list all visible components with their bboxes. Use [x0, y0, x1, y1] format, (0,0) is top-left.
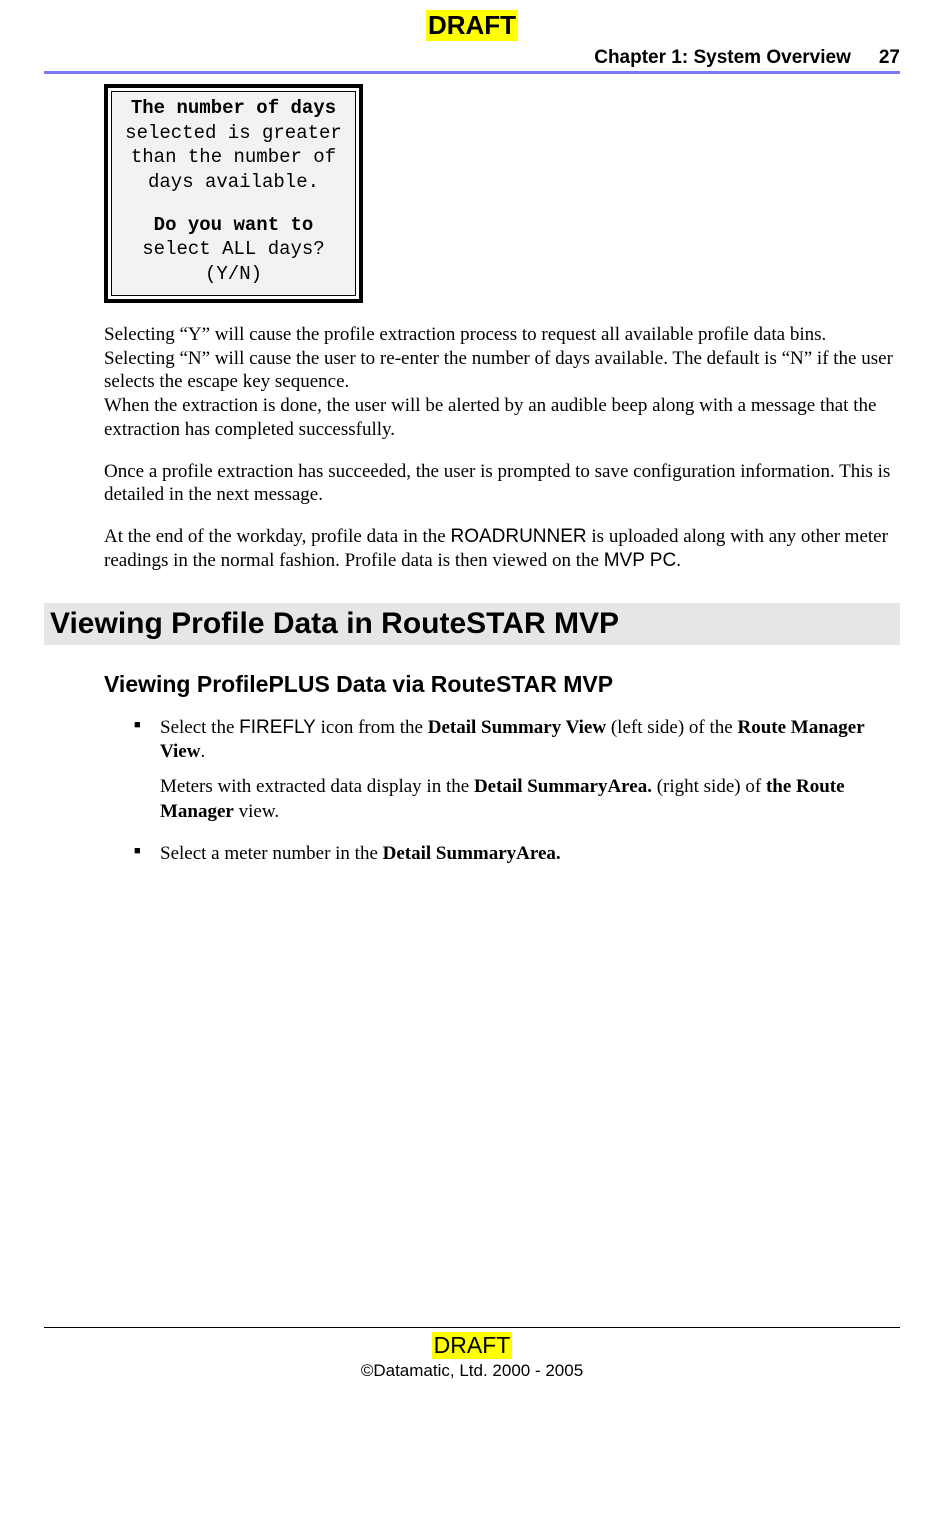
draft-top-label: DRAFT: [426, 10, 518, 41]
section-heading: Viewing Profile Data in RouteSTAR MVP: [44, 603, 900, 645]
prompt-line-4: days available.: [114, 170, 353, 195]
list-item-sub: Meters with extracted data display in th…: [160, 775, 900, 824]
subsection-heading: Viewing ProfilePLUS Data via RouteSTAR M…: [104, 671, 900, 698]
page-header: Chapter 1: System Overview 27: [44, 47, 900, 69]
header-rule: [44, 71, 900, 74]
chapter-title: Chapter 1: System Overview: [594, 47, 851, 69]
draft-header: DRAFT: [44, 10, 900, 41]
prompt-line-5: Do you want to: [114, 213, 353, 238]
page-footer: DRAFT ©Datamatic, Ltd. 2000 - 2005: [44, 1327, 900, 1381]
paragraph-3: At the end of the workday, profile data …: [104, 525, 900, 573]
page-number: 27: [879, 47, 900, 69]
paragraph-1: Selecting “Y” will cause the profile ext…: [104, 323, 900, 442]
copyright-text: ©Datamatic, Ltd. 2000 - 2005: [44, 1361, 900, 1381]
prompt-line-6: select ALL days?: [114, 237, 353, 262]
list-item: Select the FIREFLY icon from the Detail …: [134, 716, 900, 825]
terminal-prompt-box: The number of days selected is greater t…: [104, 84, 363, 303]
prompt-line-7: (Y/N): [114, 262, 353, 287]
paragraph-2: Once a profile extraction has succeeded,…: [104, 460, 900, 508]
terminal-prompt-inner: The number of days selected is greater t…: [111, 91, 356, 296]
prompt-line-2: selected is greater: [114, 121, 353, 146]
prompt-line-1: The number of days: [114, 96, 353, 121]
prompt-line-3: than the number of: [114, 145, 353, 170]
footer-rule: [44, 1327, 900, 1328]
bullet-list: Select the FIREFLY icon from the Detail …: [134, 716, 900, 867]
draft-bottom-label: DRAFT: [432, 1332, 513, 1359]
list-item: Select a meter number in the Detail Summ…: [134, 842, 900, 867]
prompt-blank: [114, 195, 353, 213]
